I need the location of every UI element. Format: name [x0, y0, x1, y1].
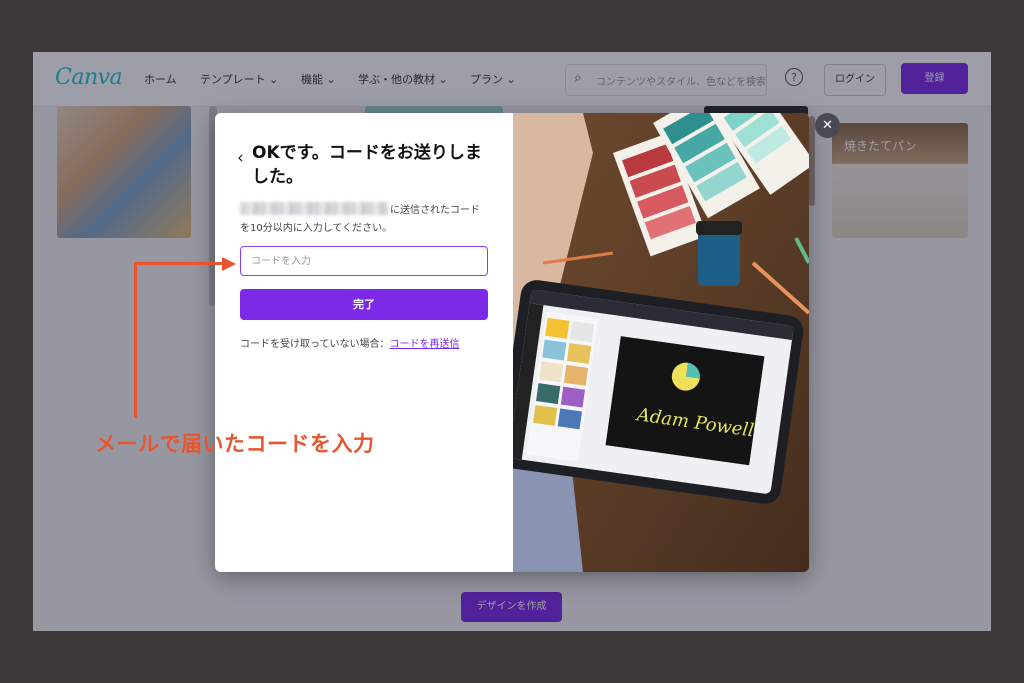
verification-modal: ‹ OKです。コードをお送りしました。 に送信されたコード を10分以内に入力し…	[215, 113, 809, 572]
annotation-text: メールで届いたコードを入力	[95, 432, 375, 456]
resend-code-link[interactable]: コードを再送信	[390, 339, 460, 350]
modal-title: OKです。コードをお送りしました。	[252, 143, 482, 187]
blurred-email	[240, 202, 388, 215]
resend-row: コードを受け取っていない場合：コードを再送信	[240, 335, 460, 350]
done-button[interactable]: 完了	[240, 289, 488, 320]
description-line-1: に送信されたコード	[390, 205, 480, 216]
back-icon[interactable]: ‹	[237, 150, 244, 167]
close-button[interactable]: ✕	[815, 113, 840, 138]
annotation-line-vertical	[134, 262, 137, 418]
promo-illustration: Adam Powell	[513, 113, 809, 572]
modal-form-panel: ‹ OKです。コードをお送りしました。 に送信されたコード を10分以内に入力し…	[215, 113, 513, 572]
description-line-2: を10分以内に入力してください。	[240, 223, 393, 234]
annotation-arrow	[222, 257, 236, 271]
annotation-line-horizontal	[134, 262, 224, 265]
code-input[interactable]	[240, 246, 488, 276]
resend-prefix: コードを受け取っていない場合：	[240, 339, 390, 350]
promo-photo: Adam Powell	[513, 113, 809, 572]
